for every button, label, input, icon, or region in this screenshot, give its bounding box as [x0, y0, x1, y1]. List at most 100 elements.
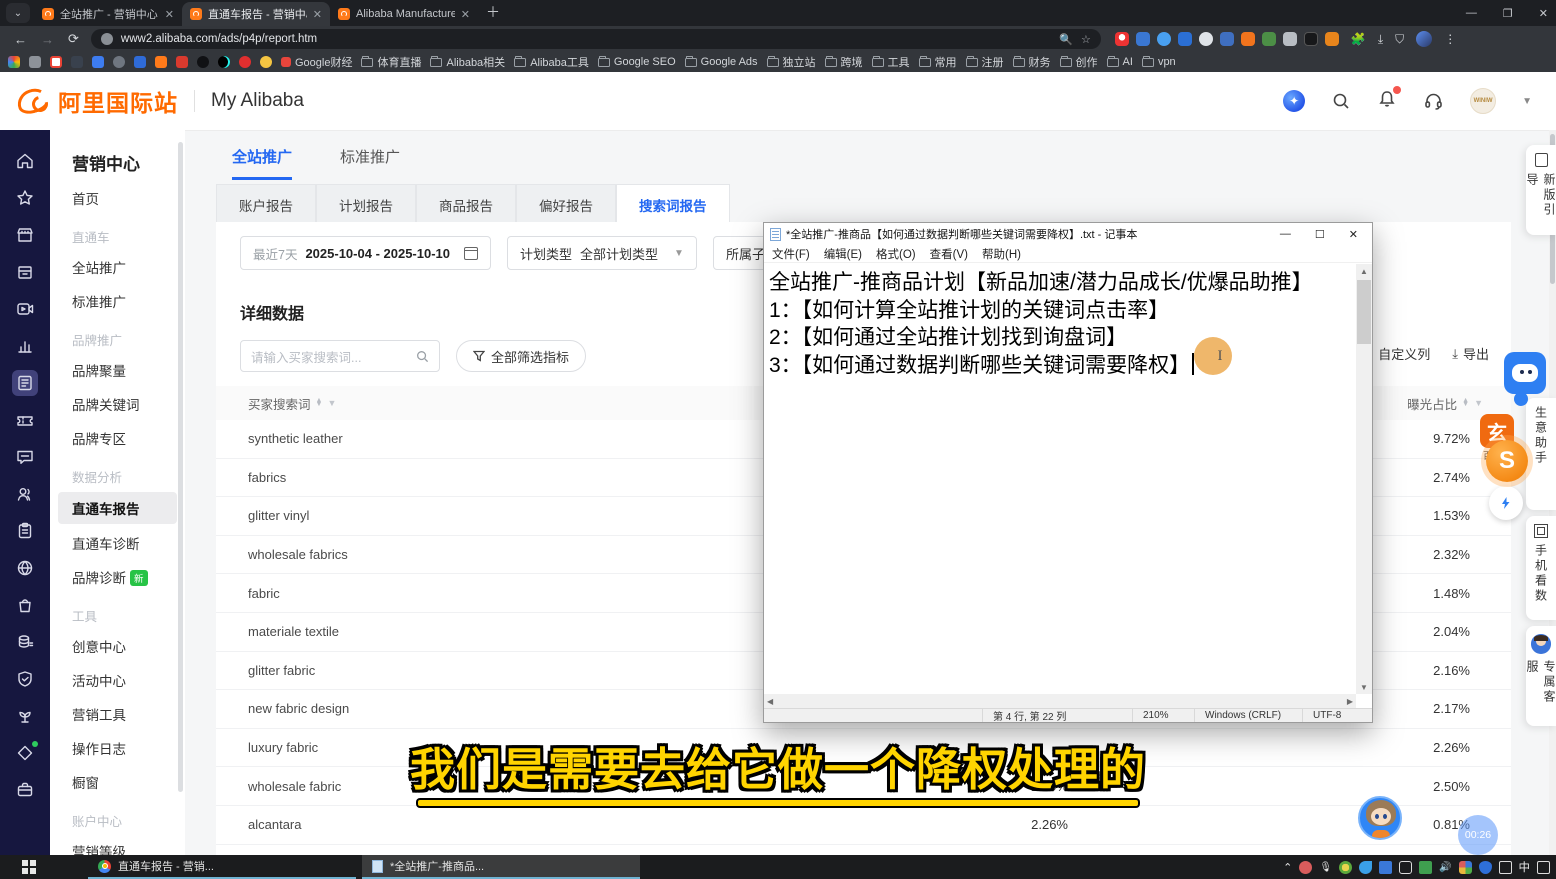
skype-icon[interactable]: S	[1486, 440, 1528, 482]
close-tab-icon[interactable]: ✕	[461, 8, 470, 21]
extension-icon[interactable]	[1304, 32, 1318, 46]
bookmark-folder[interactable]: vpn	[1142, 56, 1176, 68]
bookmark-favicon[interactable]	[176, 56, 188, 68]
restore-window-icon[interactable]: ❐	[1503, 7, 1513, 20]
business-assistant-tab[interactable]: 生意助手	[1526, 398, 1556, 510]
quick-share-icon[interactable]	[1489, 486, 1523, 520]
menu-file[interactable]: 文件(F)	[772, 246, 810, 262]
extension-icon[interactable]	[1157, 32, 1171, 46]
ticket-icon[interactable]	[12, 407, 38, 433]
bookmark-google-finance[interactable]: Google财经	[281, 54, 352, 70]
bookmark-folder[interactable]: AI	[1107, 56, 1133, 68]
contacts-icon[interactable]	[12, 481, 38, 507]
chat-icon[interactable]	[12, 444, 38, 470]
coins-icon[interactable]	[12, 629, 38, 655]
bookmark-folder[interactable]: 体育直播	[361, 54, 421, 70]
shop-icon[interactable]	[12, 222, 38, 248]
windows-security-icon[interactable]	[1459, 861, 1472, 874]
taskbar-chrome-task[interactable]: 直通车报告 - 营销...	[88, 855, 356, 879]
scrollbar-thumb[interactable]	[1357, 280, 1371, 344]
bookmark-favicon[interactable]	[71, 56, 83, 68]
bookmark-favicon[interactable]	[218, 56, 230, 68]
tab-plan-report[interactable]: 计划报告	[316, 184, 416, 225]
sidebar-item-showcase[interactable]: 橱窗	[50, 765, 185, 799]
globe-icon[interactable]	[12, 555, 38, 581]
tab-preference-report[interactable]: 偏好报告	[516, 184, 616, 225]
sidebar-item-brand-keywords[interactable]: 品牌关键词	[50, 387, 185, 421]
sidebar-item-operation-log[interactable]: 操作日志	[50, 731, 185, 765]
video-icon[interactable]	[12, 296, 38, 322]
extension-icon[interactable]	[1283, 32, 1297, 46]
extension-icon[interactable]	[1136, 32, 1150, 46]
dedicated-service-tab[interactable]: 专属客服	[1526, 626, 1556, 726]
keyword-search-input[interactable]: 请输入买家搜索词...	[240, 340, 440, 372]
sidebar-item-standard[interactable]: 标准推广	[50, 284, 185, 318]
menu-edit[interactable]: 编辑(E)	[824, 246, 862, 262]
home-icon[interactable]	[12, 148, 38, 174]
bookmark-folder[interactable]: 工具	[872, 54, 910, 70]
sprout-icon[interactable]	[12, 703, 38, 729]
forward-icon[interactable]: →	[41, 32, 54, 47]
tab-search-button[interactable]: ⌄	[6, 3, 30, 23]
bookmark-folder[interactable]: Alibaba相关	[430, 54, 505, 70]
extension-icon[interactable]	[1325, 32, 1339, 46]
downloads-icon[interactable]: ⤓	[1378, 32, 1383, 47]
site-info-icon[interactable]	[101, 33, 113, 45]
bookmark-favicon[interactable]	[29, 56, 41, 68]
sidebar-scrollbar[interactable]	[178, 142, 183, 792]
menu-format[interactable]: 格式(O)	[876, 246, 916, 262]
sidebar-item-sitewide[interactable]: 全站推广	[50, 250, 185, 284]
clipboard-icon[interactable]	[12, 518, 38, 544]
assistant-robot-icon[interactable]	[1504, 352, 1546, 394]
network-icon[interactable]	[1499, 861, 1512, 874]
tray-app-icon[interactable]	[1299, 861, 1312, 874]
notification-bell-icon[interactable]	[1377, 89, 1397, 114]
notepad-vertical-scrollbar[interactable]: ▲ ▼	[1356, 264, 1372, 694]
tab-account-report[interactable]: 账户报告	[216, 184, 316, 225]
bookmark-folder[interactable]: 注册	[966, 54, 1004, 70]
cast-icon[interactable]: ⛉	[1395, 32, 1404, 47]
tab-sitewide-promotion[interactable]: 全站推广	[232, 146, 292, 180]
bookmark-folder[interactable]: 跨境	[825, 54, 863, 70]
sidebar-item-brand-volume[interactable]: 品牌聚量	[50, 353, 185, 387]
bookmark-folder[interactable]: 独立站	[767, 54, 816, 70]
minimize-window-icon[interactable]: —	[1466, 7, 1477, 19]
recording-timer-bubble[interactable]: 00:26	[1458, 815, 1498, 855]
sidebar-item-marketing-tools[interactable]: 营销工具	[50, 697, 185, 731]
browser-tab-2-active[interactable]: 直通车报告 - 营销中心 ✕	[182, 2, 330, 26]
headset-icon[interactable]	[1423, 91, 1444, 111]
menu-help[interactable]: 帮助(H)	[982, 246, 1021, 262]
user-avatar[interactable]: WINIW	[1470, 88, 1496, 114]
bookmark-favicon[interactable]	[113, 56, 125, 68]
bookmark-favicon[interactable]	[134, 56, 146, 68]
notepad-window[interactable]: *全站推广-推商品【如何通过数据判断哪些关键词需要降权】.txt - 记事本 —…	[763, 222, 1373, 723]
notepad-titlebar[interactable]: *全站推广-推商品【如何通过数据判断哪些关键词需要降权】.txt - 记事本 —…	[764, 223, 1372, 245]
close-tab-icon[interactable]: ✕	[313, 8, 322, 21]
table-row[interactable]: alcantara2.26%0.81%	[216, 806, 1511, 845]
tab-search-term-report[interactable]: 搜索词报告	[616, 184, 730, 225]
bookmark-favicon[interactable]	[197, 56, 209, 68]
menu-kebab-icon[interactable]: ⋮	[1444, 32, 1456, 46]
action-center-icon[interactable]	[1537, 861, 1550, 874]
bookmark-favicon[interactable]	[239, 56, 251, 68]
alibaba-logo[interactable]: 阿里国际站	[16, 84, 178, 118]
extension-icon[interactable]	[1220, 32, 1234, 46]
date-range-picker[interactable]: 最近7天 2025-10-04 - 2025-10-10	[240, 236, 491, 270]
scroll-right-icon[interactable]: ▶	[1347, 697, 1353, 706]
extension-icon[interactable]	[1178, 32, 1192, 46]
ad-report-icon[interactable]	[12, 370, 38, 396]
diamond-icon[interactable]	[12, 740, 38, 766]
bookmark-favicon[interactable]	[50, 56, 62, 68]
chevron-down-icon[interactable]: ▼	[1522, 96, 1532, 107]
tray-expand-icon[interactable]: ⌃	[1283, 861, 1292, 874]
extension-icon[interactable]	[1199, 32, 1213, 46]
bag-icon[interactable]	[12, 592, 38, 618]
tray-app-icon[interactable]	[1359, 861, 1372, 874]
sidebar-item-home[interactable]: 首页	[50, 181, 185, 215]
package-icon[interactable]	[12, 259, 38, 285]
extension-icon[interactable]	[1115, 32, 1129, 46]
bookmark-star-icon[interactable]: ☆	[1081, 33, 1091, 46]
bookmark-folder[interactable]: Alibaba工具	[514, 54, 589, 70]
bookmark-folder[interactable]: Google SEO	[598, 56, 676, 68]
minimize-window-icon[interactable]: —	[1280, 228, 1291, 240]
